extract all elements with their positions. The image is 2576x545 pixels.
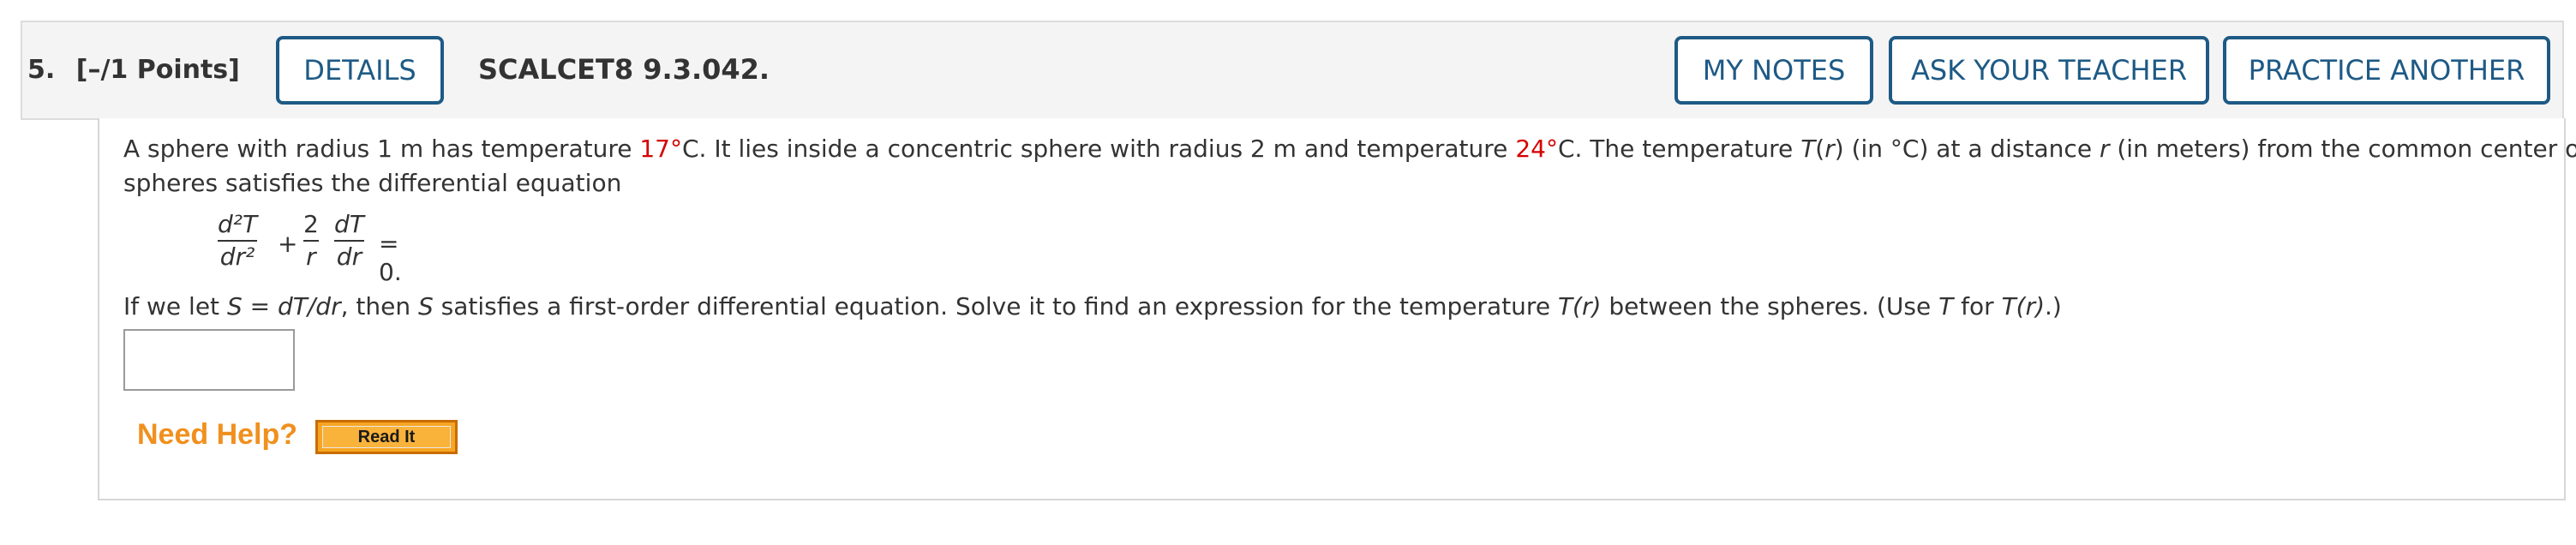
read-it-button[interactable]: Read It (315, 420, 458, 454)
ask-your-teacher-button[interactable]: ASK YOUR TEACHER (1889, 36, 2209, 105)
equals-zero: = 0. (379, 230, 402, 286)
plus-sign: + (278, 230, 298, 258)
inner-temperature: 17° (639, 135, 682, 163)
need-help-label: Need Help? (137, 418, 298, 451)
fraction-bar (334, 240, 364, 242)
question-index: 5. (27, 55, 56, 85)
first-derivative-fraction: dT dr (334, 210, 364, 271)
answer-input[interactable] (123, 329, 295, 391)
problem-text-line-1: A sphere with radius 1 m has temperature… (123, 135, 2576, 163)
read-it-label: Read It (322, 426, 451, 448)
question-points: [–/1 Points] (75, 55, 240, 85)
my-notes-button[interactable]: MY NOTES (1674, 36, 1873, 105)
fraction-bar (303, 240, 319, 242)
problem-text-line-2: spheres satisfies the differential equat… (123, 169, 622, 197)
problem-text-line-3: If we let S = dT/dr, then S satisfies a … (123, 292, 2062, 320)
practice-another-button[interactable]: PRACTICE ANOTHER (2223, 36, 2550, 105)
two-over-r-fraction: 2 r (303, 210, 319, 271)
fraction-bar (218, 240, 258, 242)
outer-temperature: 24° (1515, 135, 1558, 163)
details-button[interactable]: DETAILS (276, 36, 444, 105)
problem-code: SCALCET8 9.3.042. (478, 53, 770, 86)
question-number: 5. [–/1 Points] (27, 55, 240, 85)
second-derivative-fraction: d²T dr² (218, 210, 258, 271)
